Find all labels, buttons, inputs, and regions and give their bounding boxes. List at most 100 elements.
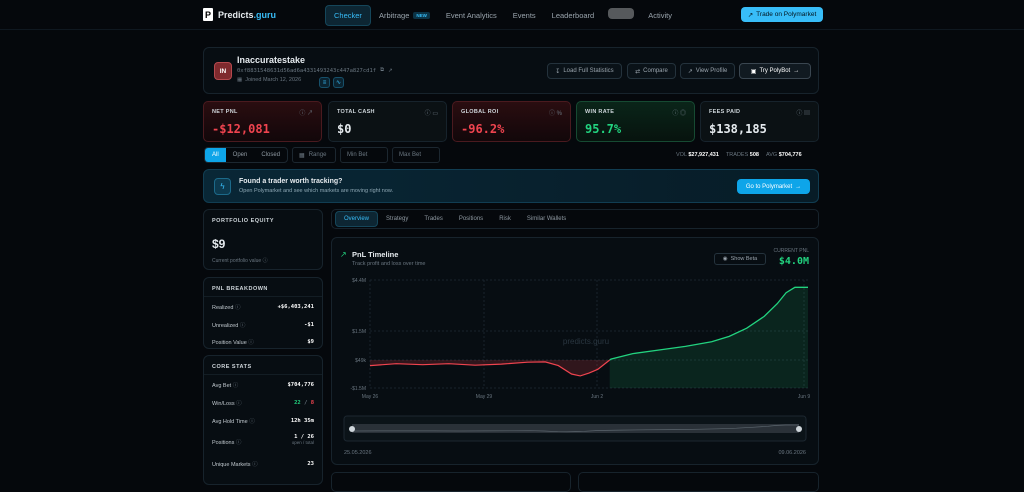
tab-positions[interactable]: Positions (451, 212, 491, 226)
positions-sub: open / total (291, 440, 314, 445)
stat-card-total-cash: TOTAL CASH ⓘ ▭ $0 (328, 101, 447, 142)
row-value: $9 (307, 339, 314, 345)
nav-redacted[interactable] (608, 8, 635, 19)
trade-on-polymarket-button[interactable]: ↗ Trade on Polymarket (741, 7, 823, 22)
go-to-polymarket-button[interactable]: Go to Polymarket → (737, 179, 810, 194)
row-label-text: Realized (212, 305, 234, 311)
avg-label: AVG (765, 152, 778, 158)
row-label: Win/Loss ⓘ (212, 399, 242, 407)
nav-event-analytics[interactable]: Event Analytics (438, 5, 505, 26)
filter-open[interactable]: Open (226, 148, 255, 162)
stat-label: NET PNL (212, 109, 238, 115)
row-value: 12h 35m (290, 418, 314, 424)
wallet-icon: ⓘ ▭ (424, 111, 438, 117)
range-handle-right[interactable] (796, 426, 802, 432)
calendar-icon: ▦ (299, 152, 305, 159)
vol-stat: VOL $27,927,431 (676, 152, 719, 158)
stat-value: $0 (337, 122, 352, 136)
button-label: Compare (643, 68, 668, 74)
compare-button[interactable]: ⇄ Compare (627, 63, 676, 79)
tab-strategy[interactable]: Strategy (378, 212, 416, 226)
x-axis-labels: May 26 May 29 Jun 2 Jun 9 (362, 394, 811, 400)
row-label-text: Unique Markets (212, 462, 251, 468)
volume-summary: VOL $27,927,431 TRADES 508 AVG $704,776 (676, 152, 802, 158)
equity-sub-text: Current portfolio value (212, 258, 262, 264)
watermark: predicts.guru (563, 337, 609, 346)
tab-risk[interactable]: Risk (491, 212, 519, 226)
button-label: Load Full Statistics (563, 68, 614, 74)
range-picker[interactable]: ▦ Range (292, 147, 337, 163)
nav-label: Event Analytics (445, 11, 497, 20)
x-tick-label: May 29 (476, 394, 493, 400)
row-value: 23 (307, 461, 314, 467)
trades-stat: TRADES 508 (726, 152, 759, 158)
row-label: Unrealized ⓘ (212, 321, 245, 329)
info-icon: ⓘ (248, 340, 254, 346)
core-row: Positions ⓘ 1 / 26 open / total (212, 434, 314, 446)
row-label: Unique Markets ⓘ (212, 460, 258, 468)
divider (204, 296, 322, 297)
tab-trades[interactable]: Trades (416, 212, 450, 226)
activity-icon[interactable]: ∿ (333, 77, 344, 88)
range-end-date: 09.06.2026 (778, 450, 806, 456)
calendar-icon: ▦ (237, 77, 243, 83)
min-bet-placeholder: Min Bet (347, 152, 368, 158)
filter-all[interactable]: All (205, 148, 226, 162)
external-link-icon[interactable]: ↗ (388, 68, 393, 74)
nav-events[interactable]: Events (505, 5, 544, 26)
arrow-right-icon: → (795, 183, 802, 190)
tab-similar-wallets[interactable]: Similar Wallets (519, 212, 574, 226)
top-bar: P Predicts .guru Checker Arbitrage NEW Eve… (0, 0, 1024, 30)
joined-row: ▦ Joined March 12, 2026 (237, 77, 301, 83)
view-profile-button[interactable]: ↗ View Profile (680, 63, 735, 79)
nav-checker[interactable]: Checker (325, 5, 371, 26)
breakdown-row: Unrealized ⓘ -$1 (212, 321, 314, 329)
range-handle-left[interactable] (349, 426, 355, 432)
card-heading: CORE STATS (212, 364, 252, 370)
filter-bar: All Open Closed ▦ Range Min Bet Max Bet (204, 147, 441, 163)
list-icon[interactable]: ≡ (319, 77, 330, 88)
max-bet-input[interactable]: Max Bet (392, 147, 441, 163)
load-full-statistics-button[interactable]: ↧ Load Full Statistics (547, 63, 622, 79)
nav-arbitrage[interactable]: Arbitrage NEW (371, 5, 438, 26)
button-label: Trade on Polymarket (756, 11, 817, 18)
info-icon: ⓘ (252, 462, 258, 468)
positions-value: 1 / 26 open / total (292, 434, 314, 446)
button-label: Go to Polymarket (745, 183, 793, 190)
wallet-address-row: 0xf8831548631d56ad6a4331493243c447a827cd… (237, 67, 393, 74)
x-tick-label: Jun 2 (591, 394, 603, 400)
bottom-card-left (331, 472, 571, 492)
breakdown-row: Position Value ⓘ $9 (212, 338, 314, 346)
new-badge: NEW (413, 12, 430, 19)
logo[interactable]: P Predicts .guru (203, 8, 276, 21)
card-heading: PORTFOLIO EQUITY (212, 218, 275, 224)
row-label: Avg Hold Time ⓘ (212, 417, 255, 425)
copy-icon[interactable]: ⧉ (380, 67, 384, 74)
y-tick-label: -$1.5M (350, 386, 366, 392)
info-icon: ⓘ (249, 419, 255, 425)
pnl-chart[interactable]: predicts.guru $4.4M $1.5M $49k -$1.5M May 2… (332, 238, 820, 466)
info-icon: ⓘ (262, 258, 268, 264)
trader-name: Inaccuratestake (237, 55, 306, 65)
nav-label: Leaderboard (551, 11, 595, 20)
brand-suffix: .guru (253, 9, 277, 20)
min-bet-input[interactable]: Min Bet (340, 147, 389, 163)
info-icon: ⓘ (232, 383, 239, 389)
tab-overview[interactable]: Overview (335, 211, 379, 227)
core-row: Unique Markets ⓘ 23 (212, 460, 314, 468)
losses: 8 (310, 400, 314, 406)
stat-label: GLOBAL ROI (461, 109, 499, 115)
x-tick-label: Jun 9 (798, 394, 810, 400)
range-label: Range (308, 152, 327, 158)
wins: 22 (294, 400, 301, 406)
target-icon: ⓘ ◎ (672, 111, 686, 117)
try-polybot-button[interactable]: ▣ Try PolyBot → (739, 63, 811, 79)
stat-value: 95.7% (585, 122, 622, 136)
filter-closed[interactable]: Closed (254, 148, 287, 162)
detail-tabs: Overview Strategy Trades Positions Risk … (331, 209, 819, 229)
logo-mark-icon: P (203, 8, 213, 21)
win-loss-separator: / (304, 400, 308, 406)
nav-activity[interactable]: Activity (640, 5, 680, 26)
negative-area (370, 360, 610, 376)
nav-leaderboard[interactable]: Leaderboard (544, 5, 603, 26)
